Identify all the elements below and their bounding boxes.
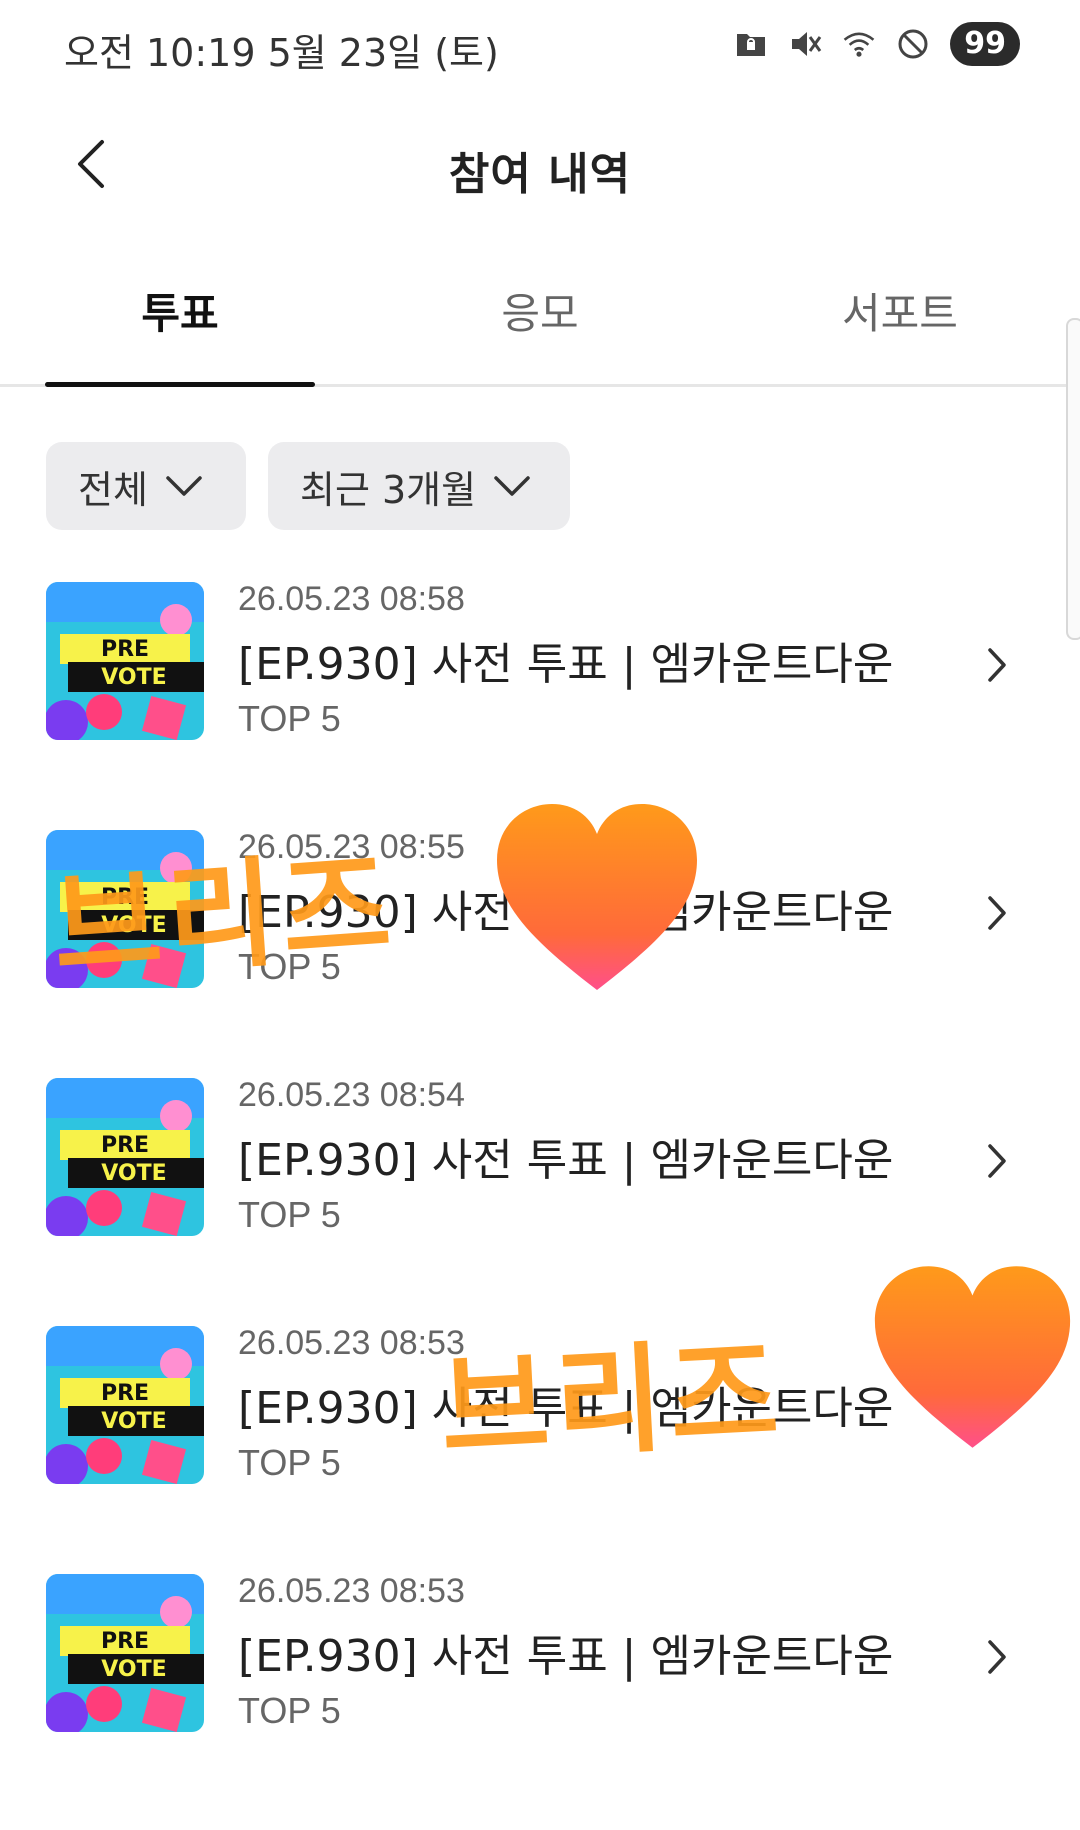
pre-vote-thumbnail: PRE VOTE xyxy=(46,1326,204,1484)
item-subtitle: TOP 5 xyxy=(238,1194,341,1235)
thumb-text-pre: PRE xyxy=(101,885,149,910)
list-item[interactable]: PRE VOTE 26.05.23 08:53 [EP.930] 사전 투표 |… xyxy=(0,1572,1080,1820)
item-date: 26.05.23 08:53 xyxy=(238,1324,465,1362)
filter-period-label: 최근 3개월 xyxy=(300,467,477,512)
item-subtitle: TOP 5 xyxy=(238,698,341,739)
item-title: [EP.930] 사전 투표 | 엠카운트다운 xyxy=(238,1631,894,1682)
wifi-icon xyxy=(842,27,876,61)
tab-vote[interactable]: 투표 xyxy=(45,280,315,341)
active-tab-indicator xyxy=(45,382,315,387)
pre-vote-thumbnail: PRE VOTE xyxy=(46,830,204,988)
thumb-text-vote: VOTE xyxy=(101,665,166,690)
page-title: 참여 내역 xyxy=(448,149,632,200)
do-not-disturb-icon xyxy=(896,27,930,61)
thumb-text-vote: VOTE xyxy=(101,1657,166,1682)
chevron-right-icon xyxy=(988,648,1006,682)
header: 참여 내역 xyxy=(0,110,1080,220)
tab-support[interactable]: 서포트 xyxy=(765,280,1035,341)
list-item[interactable]: PRE VOTE 26.05.23 08:54 [EP.930] 사전 투표 |… xyxy=(0,1076,1080,1324)
item-title: [EP.930] 사전 투표 | 엠카운트다운 xyxy=(238,887,894,938)
mute-icon xyxy=(788,27,822,61)
list-item[interactable]: PRE VOTE 26.05.23 08:53 [EP.930] 사전 투표 |… xyxy=(0,1324,1080,1572)
thumb-text-pre: PRE xyxy=(101,1381,149,1406)
tab-bar: 투표 응모 서포트 xyxy=(0,260,1080,387)
thumb-text-pre: PRE xyxy=(101,1133,149,1158)
pre-vote-thumbnail: PRE VOTE xyxy=(46,1078,204,1236)
filter-period-dropdown[interactable]: 최근 3개월 xyxy=(268,442,570,530)
item-date: 26.05.23 08:53 xyxy=(238,1572,465,1610)
chevron-right-icon xyxy=(988,1640,1006,1674)
thumb-text-vote: VOTE xyxy=(101,1409,166,1434)
item-subtitle: TOP 5 xyxy=(238,1690,341,1731)
filter-all-label: 전체 xyxy=(78,467,148,512)
status-time: 오전 10:19 5월 23일 (토) xyxy=(64,31,499,75)
chevron-down-icon xyxy=(494,476,530,496)
filter-bar: 전체 최근 3개월 xyxy=(46,442,570,530)
thumb-text-vote: VOTE xyxy=(101,913,166,938)
item-subtitle: TOP 5 xyxy=(238,1442,341,1483)
pre-vote-thumbnail: PRE VOTE xyxy=(46,582,204,740)
list-item[interactable]: PRE VOTE 26.05.23 08:58 [EP.930] 사전 투표 |… xyxy=(0,580,1080,828)
list-item[interactable]: PRE VOTE 26.05.23 08:55 [EP.930] 사전 투표 |… xyxy=(0,828,1080,1076)
item-title: [EP.930] 사전 투표 | 엠카운트다운 xyxy=(238,639,894,690)
chevron-down-icon xyxy=(166,476,202,496)
thumb-text-vote: VOTE xyxy=(101,1161,166,1186)
item-title: [EP.930] 사전 투표 | 엠카운트다운 xyxy=(238,1135,894,1186)
battery-indicator: 99 xyxy=(950,22,1020,66)
filter-all-dropdown[interactable]: 전체 xyxy=(46,442,246,530)
vote-history-list: PRE VOTE 26.05.23 08:58 [EP.930] 사전 투표 |… xyxy=(0,580,1080,1820)
status-icons: 99 xyxy=(734,22,1020,66)
item-subtitle: TOP 5 xyxy=(238,946,341,987)
chevron-right-icon xyxy=(988,1144,1006,1178)
chevron-right-icon xyxy=(988,1392,1006,1426)
item-date: 26.05.23 08:54 xyxy=(238,1076,465,1114)
thumb-text-pre: PRE xyxy=(101,637,149,662)
pre-vote-thumbnail: PRE VOTE xyxy=(46,1574,204,1732)
tab-apply[interactable]: 응모 xyxy=(405,280,675,341)
item-date: 26.05.23 08:58 xyxy=(238,580,465,618)
status-bar: 오전 10:19 5월 23일 (토) 99 xyxy=(0,0,1080,100)
thumb-text-pre: PRE xyxy=(101,1629,149,1654)
chevron-right-icon xyxy=(988,896,1006,930)
item-title: [EP.930] 사전 투표 | 엠카운트다운 xyxy=(238,1383,894,1434)
folder-lock-icon xyxy=(734,27,768,61)
item-date: 26.05.23 08:55 xyxy=(238,828,465,866)
